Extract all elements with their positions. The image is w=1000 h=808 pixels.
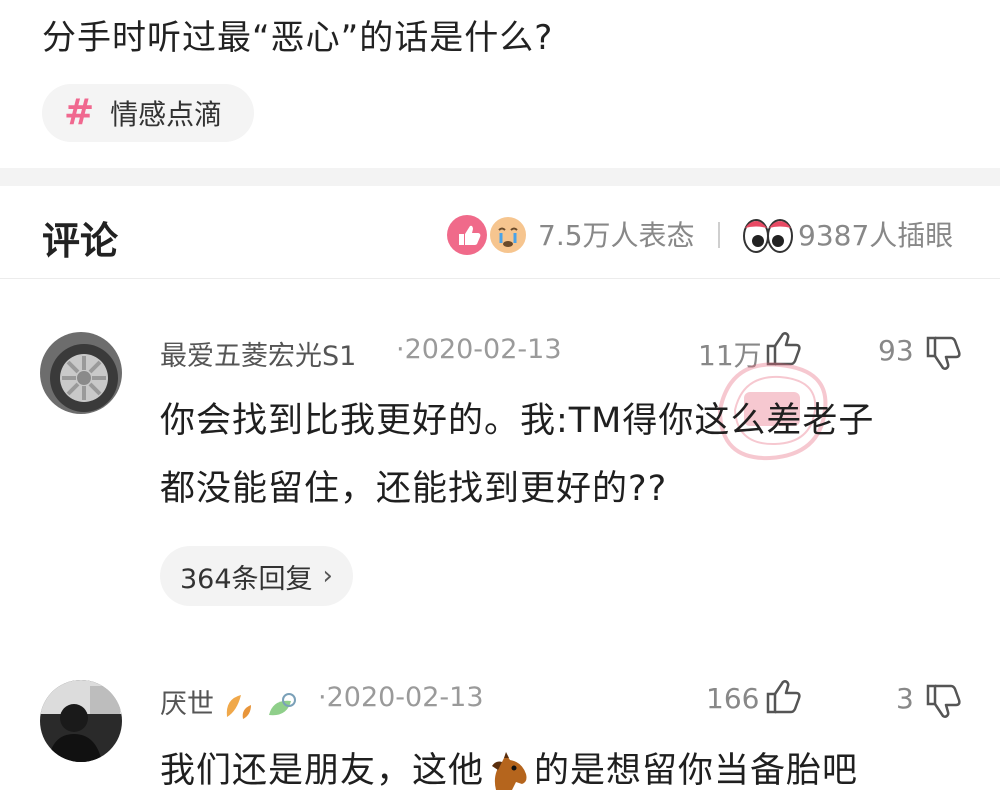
section-divider	[0, 168, 1000, 186]
like-count: 166	[706, 682, 760, 715]
topic-tag[interactable]: # 情感点滴	[42, 84, 254, 142]
comment-text: 我们还是朋友，这他 的是想留你当备胎吧	[160, 740, 858, 802]
horse-emoji-icon	[492, 752, 527, 790]
reaction-icons[interactable]	[446, 214, 532, 256]
chevron-right-icon: ›	[322, 561, 333, 591]
hash-icon: #	[64, 92, 95, 133]
comment-date: ·2020-02-13	[396, 334, 562, 365]
comment-text-line2: 都没能留住，还能找到更好的??	[160, 469, 668, 509]
thumbs-up-icon[interactable]	[764, 676, 804, 716]
replies-button[interactable]: 364条回复 ›	[160, 546, 353, 606]
avatar[interactable]	[40, 332, 122, 414]
sprout-badge-icon	[269, 692, 297, 715]
reaction-count: 7.5万人表态	[538, 219, 695, 252]
dislike-count: 93	[878, 334, 914, 367]
thumbs-down-icon[interactable]	[924, 682, 964, 722]
stat-separator	[718, 222, 720, 248]
eyes-icon[interactable]	[742, 214, 794, 256]
avatar[interactable]	[40, 680, 122, 762]
comment-date: ·2020-02-13	[318, 682, 484, 713]
car-wheel-avatar-image	[40, 332, 122, 414]
eye-count: 9387人插眼	[798, 219, 954, 252]
comment-username[interactable]: 厌世	[160, 682, 297, 721]
thumbs-down-icon[interactable]	[924, 334, 964, 374]
dislike-count: 3	[896, 682, 914, 715]
topic-tag-label: 情感点滴	[110, 98, 223, 131]
replies-label: 364条回复	[180, 563, 313, 595]
comment-text-line1: 你会找到比我更好的。我:TM得你这么差老子	[160, 401, 875, 441]
comment-text-part1: 我们还是朋友，这他	[160, 751, 485, 791]
comment-text-part2: 的是想留你当备胎吧	[534, 751, 859, 791]
comments-title: 评论	[42, 219, 119, 263]
header-rule	[0, 278, 1000, 279]
comment-username-text: 厌世	[160, 689, 214, 720]
comment-username[interactable]: 最爱五菱宏光S1	[160, 334, 356, 373]
post-title: 分手时听过最“恶心”的话是什么?	[42, 18, 554, 58]
leaf-badge-icon	[226, 694, 251, 719]
person-dark-avatar-image	[40, 680, 122, 762]
